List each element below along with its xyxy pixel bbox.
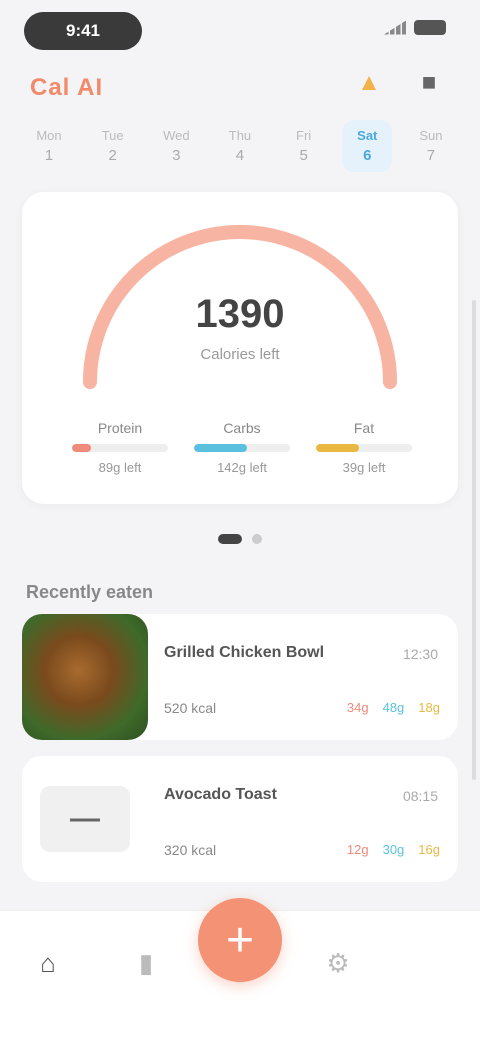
day-number: 6 [363, 147, 372, 164]
meal-calories: 520 kcal [164, 700, 217, 716]
meal-time: 08:15 [402, 788, 438, 804]
day-number: 4 [235, 147, 245, 164]
meal-calories: 320 kcal [164, 842, 217, 858]
macro-protein: Protein 89g left [72, 420, 168, 475]
meal-macros: 12g 30g 16g [347, 842, 440, 857]
page-indicator [0, 534, 480, 544]
day-label: Thu [228, 128, 252, 143]
day-number: 3 [172, 147, 181, 164]
day-label: Tue [101, 128, 124, 143]
macro-label: Protein [97, 420, 143, 436]
day-number: 1 [44, 147, 54, 164]
day-label: Fri [296, 128, 312, 143]
system-icons [384, 20, 446, 35]
macro-carbs: Carbs 142g left [194, 420, 290, 475]
day-label: Sat [357, 128, 378, 143]
day-label: Wed [163, 128, 190, 143]
macro-label: Fat [353, 420, 375, 436]
macro-bar [194, 444, 290, 452]
macro-bar-fill [72, 444, 92, 452]
macro-bar [72, 444, 168, 452]
add-meal-button[interactable]: + [198, 898, 282, 982]
meal-name: Avocado Toast [164, 786, 277, 803]
meal-fat: 18g [418, 700, 440, 715]
meal-carbs: 48g [382, 700, 405, 715]
app-brand: Cal AI [30, 74, 104, 101]
meal-carbs: 30g [382, 842, 405, 857]
day-sat[interactable]: Sat 6 [342, 120, 393, 172]
chart-icon[interactable]: ▮ [126, 943, 166, 983]
day-number: 2 [108, 147, 117, 164]
flame-icon[interactable]: ▲ [354, 68, 384, 98]
meal-protein: 34g [346, 700, 369, 715]
page-dot-active[interactable] [218, 534, 242, 544]
status-time: 9:41 [24, 12, 142, 50]
day-wed[interactable]: Wed 3 [151, 120, 201, 172]
scrollbar[interactable] [472, 300, 476, 780]
macro-fat: Fat 39g left [316, 420, 412, 475]
macro-bar [316, 444, 412, 452]
day-thu[interactable]: Thu 4 [215, 120, 265, 172]
calories-left-value: 1390 [195, 292, 285, 336]
macro-bar-fill [194, 444, 247, 452]
meal-time: 12:30 [402, 646, 438, 662]
day-mon[interactable]: Mon 1 [24, 120, 74, 172]
meal-placeholder-icon: — [40, 786, 130, 852]
week-selector: Mon 1 Tue 2 Wed 3 Thu 4 Fri 5 Sat 6 Sun 7 [24, 120, 456, 172]
meal-photo [22, 614, 148, 740]
macro-value: 39g left [342, 460, 386, 475]
macro-list: Protein 89g left Carbs 142g left Fat 39g left [72, 420, 412, 475]
meal-protein: 12g [346, 842, 369, 857]
meal-card[interactable]: Grilled Chicken Bowl 12:30 520 kcal 34g … [22, 614, 458, 740]
macro-bar-fill [316, 444, 360, 452]
status-bar: 9:41 [0, 0, 480, 60]
home-icon[interactable]: ⌂ [28, 943, 68, 983]
profile-icon[interactable]: ■ [414, 68, 444, 98]
meal-name: Grilled Chicken Bowl [164, 644, 325, 661]
day-label: Mon [36, 128, 62, 143]
day-number: 5 [299, 147, 308, 164]
macro-label: Carbs [223, 420, 261, 436]
day-tue[interactable]: Tue 2 [88, 120, 138, 172]
page-dot[interactable] [252, 534, 262, 544]
battery-icon [414, 20, 446, 35]
section-title: Recently eaten [26, 582, 154, 602]
day-sun[interactable]: Sun 7 [406, 120, 456, 172]
header-actions: ▲ ■ [354, 68, 444, 98]
gear-icon[interactable]: ⚙ [318, 943, 358, 983]
macro-value: 89g left [98, 460, 142, 475]
signal-icon [384, 20, 406, 35]
calorie-summary-card[interactable]: 1390 Calories left Protein 89g left Carbs 1… [22, 192, 458, 504]
meal-card[interactable]: — Avocado Toast 08:15 320 kcal 12g 30g 1… [22, 756, 458, 882]
day-fri[interactable]: Fri 5 [279, 120, 329, 172]
calories-left-label: Calories left [200, 346, 280, 363]
day-number: 7 [426, 147, 436, 164]
meal-macros: 34g 48g 18g [347, 700, 440, 715]
meal-fat: 16g [418, 842, 440, 857]
day-label: Sun [419, 128, 443, 143]
macro-value: 142g left [217, 460, 267, 475]
